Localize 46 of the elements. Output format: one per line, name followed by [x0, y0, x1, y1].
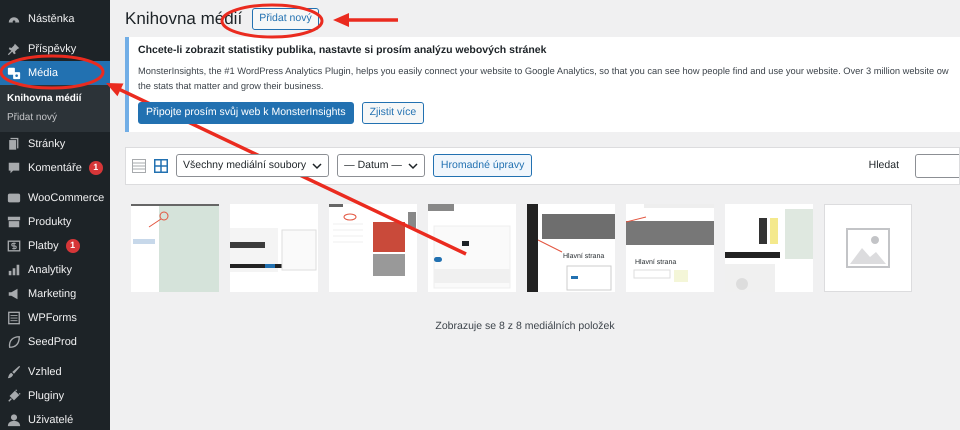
media-type-dropdown[interactable]: Všechny mediální soubory — [176, 154, 330, 178]
pages-icon — [7, 137, 21, 151]
form-icon — [7, 311, 21, 325]
media-icon — [7, 66, 21, 80]
sidebar-item[interactable]: SeedProd — [0, 330, 110, 354]
leaf-icon — [7, 335, 21, 349]
sidebar-item[interactable]: Marketing — [0, 282, 110, 306]
chevron-down-icon — [408, 160, 418, 170]
sidebar-item[interactable]: Uživatelé — [0, 408, 110, 430]
user-icon — [7, 413, 21, 427]
sidebar-item[interactable]: Nástěnka — [0, 7, 110, 31]
comment-icon — [7, 161, 21, 175]
annotation-arrow — [333, 13, 398, 27]
sidebar-item[interactable]: Příspěvky — [0, 37, 110, 61]
brush-icon — [7, 365, 21, 379]
archive-icon — [7, 215, 21, 229]
notice-text: the stats that matter and grow their business. — [138, 80, 324, 93]
learn-more-button[interactable]: Zjistit více — [362, 102, 424, 124]
sidebar-item[interactable]: Analytiky — [0, 258, 110, 282]
sidebar-item[interactable]: Produkty — [0, 210, 110, 234]
search-label: Hledat — [868, 158, 899, 173]
add-new-button[interactable]: Přidat nový — [252, 8, 319, 30]
sidebar-item[interactable]: Komentáře 1 — [0, 156, 110, 180]
submenu-item[interactable]: Přidat nový — [0, 108, 110, 127]
sidebar-item[interactable]: WPForms — [0, 306, 110, 330]
sidebar-item[interactable]: Vzhled — [0, 360, 110, 384]
date-dropdown[interactable]: — Datum — — [337, 154, 425, 178]
pin-icon — [7, 42, 21, 56]
sidebar-item[interactable]: WooCommerce — [0, 186, 110, 210]
count-badge: 1 — [88, 161, 103, 175]
sidebar-item[interactable]: Platby 1 — [0, 234, 110, 258]
notice-text: MonsterInsights, the #1 WordPress Analytics Plugin, helps you easily connect your website to Google Analytics, so that you can see how people find and use your website. Over 3 million website ow — [138, 64, 949, 78]
search-field[interactable] — [915, 154, 959, 178]
chevron-down-icon — [312, 160, 322, 170]
submenu-item[interactable]: Knihovna médií — [0, 89, 110, 108]
grid-view-icon[interactable] — [154, 158, 168, 172]
bar-chart-icon — [7, 263, 21, 277]
count-badge: 1 — [66, 239, 80, 253]
plug-icon — [7, 389, 21, 403]
sidebar-item[interactable]: Stránky — [0, 132, 110, 156]
dollar-icon — [7, 239, 21, 253]
media-count-text: Zobrazuje se 8 z 8 mediálních položek — [434, 318, 616, 334]
notice-heading: Chcete-li zobrazit statistiky publika, nastavte si prosím analýzu webových stránek — [138, 42, 548, 57]
sidebar-item[interactable]: Pluginy — [0, 384, 110, 408]
connect-button[interactable]: Připojte prosím svůj web k MonsterInsights — [138, 102, 354, 124]
bulk-edit-button[interactable]: Hromadné úpravy — [432, 154, 532, 178]
